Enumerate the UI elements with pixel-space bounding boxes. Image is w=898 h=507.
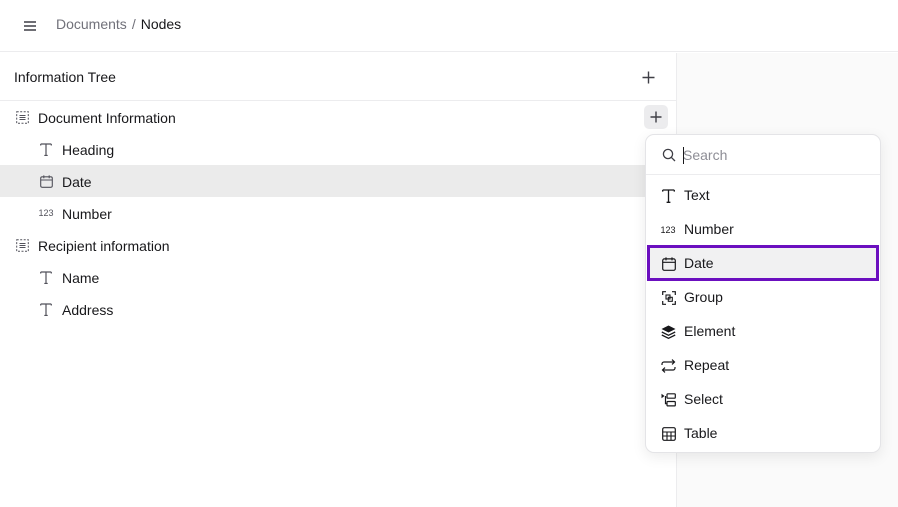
tree-row-label: Address [62,302,114,318]
add-child-node-button[interactable] [644,105,668,129]
tree-header: Information Tree [0,53,676,101]
menu-item-text[interactable]: Text [649,179,877,211]
tree-row-document-information[interactable]: Document Information [0,101,676,133]
plus-icon [650,111,662,123]
text-caret [683,147,684,164]
menu-item-repeat[interactable]: Repeat [649,349,877,381]
menu-item-group[interactable]: Group [649,281,877,313]
menu-item-label: Group [684,289,723,305]
menu-item-label: Repeat [684,357,730,373]
menu-item-select[interactable]: Select [649,383,877,415]
table-icon [661,426,676,441]
breadcrumb: Documents / Nodes [56,16,181,32]
tree-row-recipient-information[interactable]: Recipient information [0,229,676,261]
tree-row-heading[interactable]: Heading [0,133,676,165]
menu-item-element[interactable]: Element [649,315,877,347]
breadcrumb-separator: / [131,16,136,32]
group-icon [15,110,29,124]
select-icon [661,392,676,407]
menu-icon[interactable] [21,17,39,35]
tree-row-label: Recipient information [38,238,170,254]
node-type-menu: Text 123 Number Date Group Element Repea… [645,134,881,453]
menu-item-date[interactable]: Date [647,245,879,281]
text-icon [661,188,676,203]
menu-item-number[interactable]: 123 Number [649,213,877,245]
tree-row-label: Heading [62,142,115,158]
menu-item-label: Text [684,187,710,203]
text-icon [39,302,53,316]
search-input[interactable] [683,145,863,165]
breadcrumb-current: Nodes [140,16,182,32]
text-icon [39,270,53,284]
tree-title: Information Tree [14,69,116,85]
menu-item-label: Element [684,323,736,339]
tree-row-label: Number [62,206,112,222]
tree-row-label: Date [62,174,92,190]
calendar-icon [661,256,676,271]
menu-item-label: Date [684,255,714,271]
group-scan-icon [661,290,676,305]
calendar-icon [39,174,53,188]
menu-item-label: Select [684,391,723,407]
plus-icon [642,71,654,83]
tree-row-label: Name [62,270,100,286]
repeat-icon [661,358,676,373]
menu-search [646,135,880,175]
layers-icon [661,324,676,339]
search-icon [662,148,676,162]
menu-item-label: Table [684,425,718,441]
tree-row-name[interactable]: Name [0,261,676,293]
tree-row-number[interactable]: 123 Number [0,197,676,229]
top-bar: Documents / Nodes [0,0,898,52]
number-icon: 123 [660,224,676,235]
breadcrumb-documents[interactable]: Documents [56,16,127,32]
menu-item-table[interactable]: Table [649,417,877,449]
menu-item-label: Number [684,221,734,237]
tree-row-date[interactable]: Date [0,165,676,197]
number-icon: 123 [38,208,54,218]
text-icon [39,142,53,156]
tree-row-address[interactable]: Address [0,293,676,325]
add-root-node-button[interactable] [638,67,658,87]
group-icon [15,238,29,252]
tree-row-label: Document Information [38,110,176,126]
